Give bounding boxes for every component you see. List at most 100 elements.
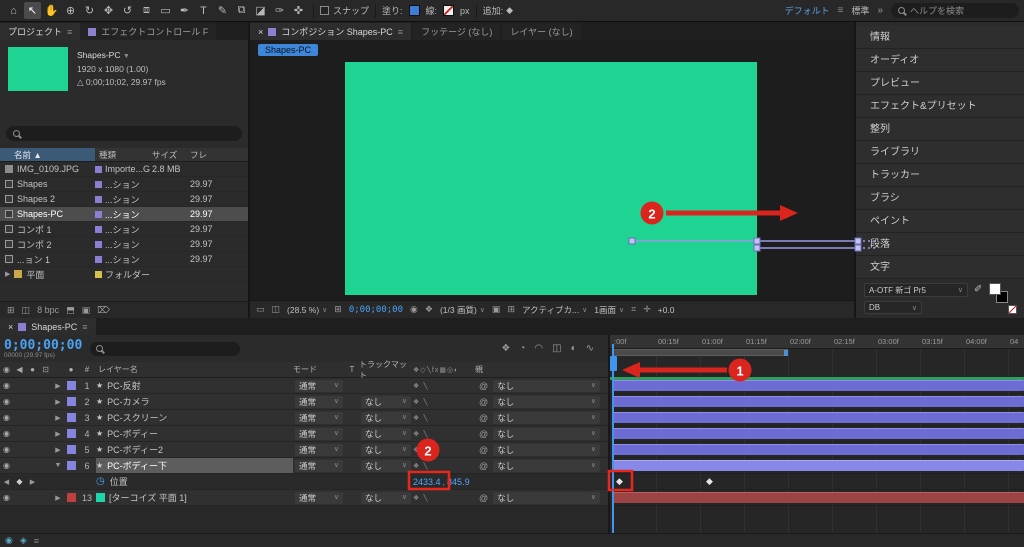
dropdown[interactable]: なし ∨ bbox=[361, 411, 411, 424]
channels-icon[interactable]: ◫ bbox=[272, 304, 281, 315]
tab-project[interactable]: プロジェクト ≡ bbox=[0, 23, 81, 40]
no-color-swatch[interactable] bbox=[1008, 305, 1017, 314]
layer-row[interactable]: ◉ ▶ 1 ★ PC-反射 通常 ∨ ❖ ╲ @ なし ∨ bbox=[0, 378, 608, 394]
dropdown[interactable]: 通常 ∨ bbox=[295, 443, 343, 456]
layer-bar-row[interactable] bbox=[610, 426, 1024, 442]
pickwhip-icon[interactable]: @ bbox=[475, 381, 488, 391]
dropdown[interactable]: 通常 ∨ bbox=[295, 411, 343, 424]
expand-transfer-controls-icon[interactable]: ◈ bbox=[20, 535, 27, 546]
fill-color-swatch[interactable] bbox=[408, 5, 420, 16]
property-row[interactable]: ◀ ◆ ▶ ◷ 位置 2433.4, 845.9 bbox=[0, 474, 608, 490]
layer-name[interactable]: [ターコイズ 平面 1] bbox=[96, 490, 293, 505]
preserve-transparency-header[interactable]: T bbox=[345, 365, 359, 374]
motion-blur-icon[interactable]: ◐ bbox=[571, 343, 577, 354]
close-icon[interactable]: × bbox=[8, 322, 13, 332]
layer-label-color[interactable] bbox=[66, 429, 76, 438]
pickwhip-icon[interactable]: @ bbox=[475, 461, 488, 471]
project-item[interactable]: ▶ 平面 フォルダー bbox=[0, 267, 248, 282]
layer-duration-bar[interactable] bbox=[612, 380, 1024, 391]
panel-menu-icon[interactable]: ≡ bbox=[67, 27, 72, 37]
pickwhip-icon[interactable]: @ bbox=[475, 445, 488, 455]
grid-guides-icon[interactable]: ⊞ bbox=[334, 304, 342, 315]
sidebar-panel-tab[interactable]: ライブラリ bbox=[856, 141, 1024, 164]
stroke-color-swatch[interactable] bbox=[443, 5, 455, 16]
dropdown[interactable]: なし ∨ bbox=[361, 427, 411, 440]
interpret-footage-icon[interactable]: ⊞ bbox=[7, 305, 15, 316]
pickwhip-icon[interactable]: @ bbox=[475, 413, 488, 423]
sidebar-panel-tab[interactable]: 整列 bbox=[856, 118, 1024, 141]
comp-mini-flowchart-icon[interactable]: ❖ bbox=[501, 343, 510, 354]
viewer-canvas[interactable]: Shapes-PC bbox=[250, 40, 854, 300]
dropdown[interactable]: なし ∨ bbox=[361, 443, 411, 456]
dropdown[interactable]: 通常 ∨ bbox=[295, 379, 343, 392]
work-area-bar[interactable] bbox=[612, 349, 788, 356]
project-item[interactable]: コンポ 2 ...ション 29.97 bbox=[0, 237, 248, 252]
dropdown[interactable]: なし ∨ bbox=[493, 427, 600, 440]
column-framerate[interactable]: フレ bbox=[190, 148, 248, 161]
pickwhip-icon[interactable]: @ bbox=[475, 429, 488, 439]
expander-icon[interactable]: ▶ bbox=[52, 446, 64, 454]
layer-bar-row[interactable] bbox=[610, 394, 1024, 410]
more-workspaces-icon[interactable]: » bbox=[877, 5, 883, 16]
graph-editor-icon[interactable]: ∿ bbox=[586, 343, 594, 354]
expander-icon[interactable]: ▶ bbox=[52, 414, 64, 422]
eye-icon[interactable]: ◉ bbox=[0, 461, 13, 470]
camera-select[interactable]: アクティブカ... ∨ bbox=[522, 304, 587, 316]
property-name[interactable]: 位置 bbox=[110, 475, 128, 488]
layer-bar-row[interactable] bbox=[610, 442, 1024, 458]
layer-row[interactable]: ◉ ▼ 6 ★ PC-ボディー下 通常 ∨ なし ∨ ❖ ╲ @ なし ∨ bbox=[0, 458, 608, 474]
font-family-select[interactable]: A-OTF 新ゴ Pr5 ∨ bbox=[864, 283, 968, 297]
solo-column-icon[interactable]: ● bbox=[26, 365, 39, 374]
help-search-input[interactable]: ヘルプを検索 bbox=[891, 3, 1019, 18]
snap-toggle[interactable]: スナップ bbox=[320, 4, 369, 17]
layer-row[interactable]: ◉ ▶ 3 ★ PC-スクリーン 通常 ∨ なし ∨ ❖ ╲ @ なし ∨ bbox=[0, 410, 608, 426]
layer-row[interactable]: ◉ ▶ 5 ★ PC-ボディー2 通常 ∨ なし ∨ ❖ ╲ @ なし ∨ bbox=[0, 442, 608, 458]
viewer-timecode[interactable]: 0;00;00;00 bbox=[349, 305, 403, 315]
dropdown[interactable]: なし ∨ bbox=[361, 395, 411, 408]
project-item[interactable]: IMG_0109.JPG Importe...G 2.8 MB bbox=[0, 162, 248, 177]
sidebar-panel-tab[interactable]: トラッカー bbox=[856, 164, 1024, 187]
layer-label-color[interactable] bbox=[66, 493, 76, 502]
layer-switches[interactable]: ❖ ╲ bbox=[413, 382, 475, 390]
dropdown[interactable]: 通常 ∨ bbox=[295, 395, 343, 408]
fast-previews-icon[interactable]: ✛ bbox=[643, 304, 651, 315]
project-item[interactable]: Shapes-PC ...ション 29.97 bbox=[0, 207, 248, 222]
dropdown[interactable]: なし ∨ bbox=[493, 395, 600, 408]
parent-column-header[interactable]: 親 bbox=[475, 364, 608, 375]
rotation-tool[interactable]: ↺ bbox=[119, 2, 136, 19]
expand-in-out-icon[interactable]: ≡ bbox=[34, 536, 39, 546]
layer-label-color[interactable] bbox=[66, 461, 76, 470]
tab-effect-controls[interactable]: エフェクトコントロール F bbox=[80, 23, 217, 40]
layer-name[interactable]: ★ PC-ボディー bbox=[96, 426, 293, 441]
new-folder-icon[interactable]: ⬒ bbox=[66, 305, 75, 316]
layer-label-color[interactable] bbox=[66, 381, 76, 390]
sidebar-panel-tab[interactable]: オーディオ bbox=[856, 49, 1024, 72]
sidebar-panel-tab[interactable]: 文字 bbox=[856, 256, 1024, 279]
keyframe-toggle-icon[interactable]: ◆ bbox=[13, 477, 26, 486]
add-keyframe-icon[interactable]: ◆ bbox=[506, 5, 513, 16]
keyframe-track[interactable]: ◆ ◆ bbox=[610, 474, 1024, 490]
timeline-search-input[interactable] bbox=[90, 341, 241, 356]
dropdown[interactable]: なし ∨ bbox=[361, 459, 411, 472]
eye-icon[interactable]: ◉ bbox=[0, 493, 13, 502]
number-column-header[interactable]: # bbox=[78, 365, 96, 374]
expander-icon[interactable]: ▶ bbox=[52, 494, 64, 502]
layer-name[interactable]: ★ PC-ボディー2 bbox=[96, 442, 293, 457]
dropdown[interactable]: 通常 ∨ bbox=[295, 459, 343, 472]
dropdown[interactable]: なし ∨ bbox=[493, 443, 600, 456]
keyframe-icon[interactable]: ◆ bbox=[706, 476, 713, 487]
column-size[interactable]: サイズ bbox=[152, 148, 190, 161]
layer-label-color[interactable] bbox=[66, 413, 76, 422]
screen-icon[interactable]: ▭ bbox=[256, 304, 265, 315]
resolution-select[interactable]: (1/3 画質) ∨ bbox=[440, 304, 485, 316]
layer-bar-row[interactable] bbox=[610, 458, 1024, 474]
hide-shy-layers-icon[interactable]: ◠ bbox=[534, 343, 543, 354]
tab-footage[interactable]: フッテージ (なし) bbox=[413, 23, 501, 40]
position-x-value[interactable]: 2433.4 bbox=[413, 477, 441, 487]
expander-icon[interactable]: ▶ bbox=[52, 430, 64, 438]
expander-icon[interactable]: ▶ bbox=[5, 270, 10, 278]
layer-duration-bar[interactable] bbox=[612, 460, 1024, 471]
zoom-tool[interactable]: ⊕ bbox=[62, 2, 79, 19]
next-keyframe-icon[interactable]: ▶ bbox=[26, 478, 39, 486]
switches-column-icons[interactable]: ❖◇╲fx▦◎◐ bbox=[413, 366, 475, 374]
